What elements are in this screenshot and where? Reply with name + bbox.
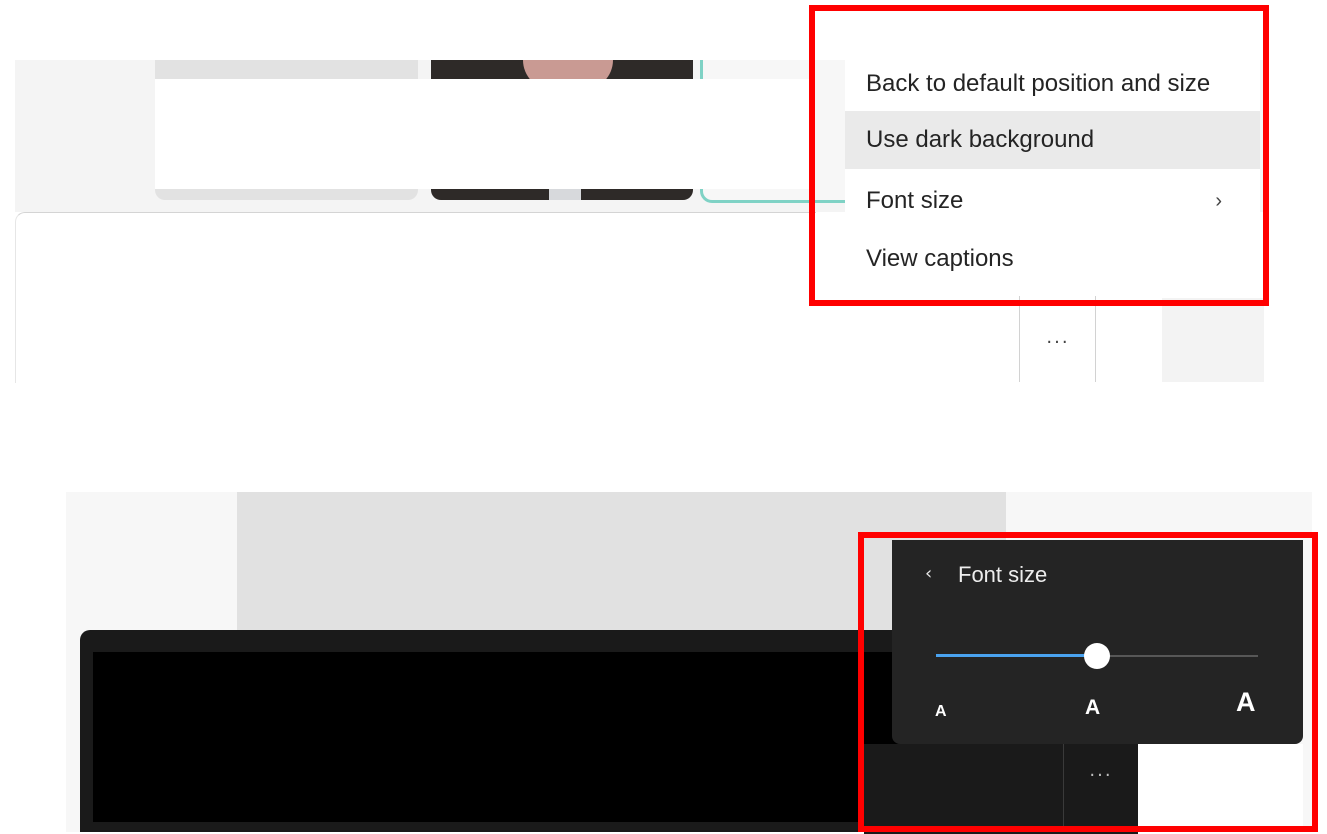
- caption-area-dark: [93, 652, 923, 822]
- meeting-panel: [15, 212, 816, 383]
- toolbar-divider: [1095, 296, 1096, 382]
- caption-area: [155, 79, 815, 189]
- highlight-box: [858, 532, 1318, 832]
- toolbar-divider: [1019, 296, 1020, 382]
- toolbar-background: [1162, 298, 1264, 382]
- more-options-button[interactable]: ...: [1022, 318, 1094, 364]
- highlight-box: [809, 5, 1269, 306]
